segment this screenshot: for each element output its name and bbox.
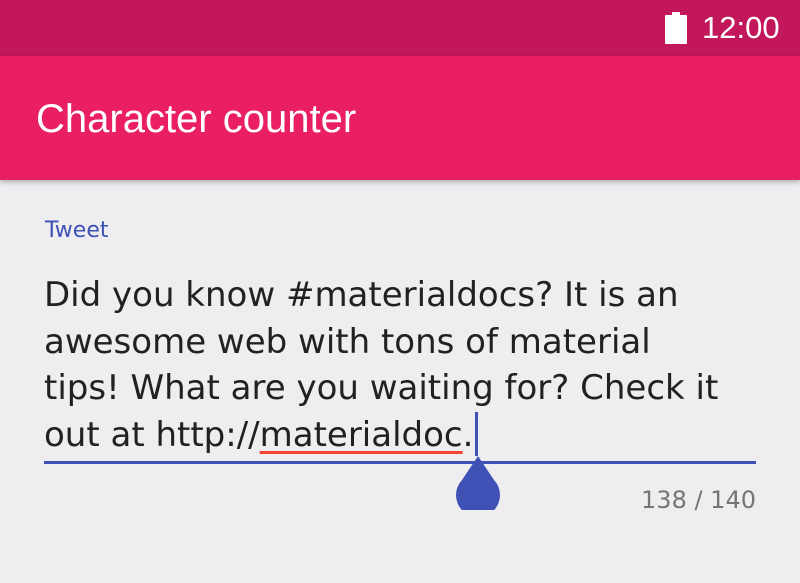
app-title: Character counter <box>36 97 357 141</box>
battery-icon <box>665 12 687 44</box>
tweet-input[interactable]: Did you know #materialdocs? It is an awe… <box>44 272 756 458</box>
tweet-text-segment: . <box>462 414 474 455</box>
text-selection-handle-icon[interactable] <box>454 454 502 510</box>
tweet-field-label: Tweet <box>45 218 109 243</box>
tweet-text-last-line: out at http://materialdoc. <box>44 411 756 459</box>
text-cursor <box>475 411 479 456</box>
character-counter: 138 / 140 <box>641 486 756 514</box>
tweet-text-line: tips! What are you waiting for? Check it <box>44 368 719 408</box>
app-bar: Character counter <box>0 56 800 180</box>
status-time: 12:00 <box>702 10 780 45</box>
tweet-text-line: awesome web with tons of material <box>44 321 651 362</box>
misspelled-word[interactable]: materialdoc <box>260 415 463 455</box>
tweet-text-segment: out at http:// <box>44 414 260 455</box>
tweet-text-line: Did you know #materialdocs? It is an <box>44 275 679 315</box>
input-underline <box>44 461 756 464</box>
status-bar: 12:00 <box>0 0 800 56</box>
